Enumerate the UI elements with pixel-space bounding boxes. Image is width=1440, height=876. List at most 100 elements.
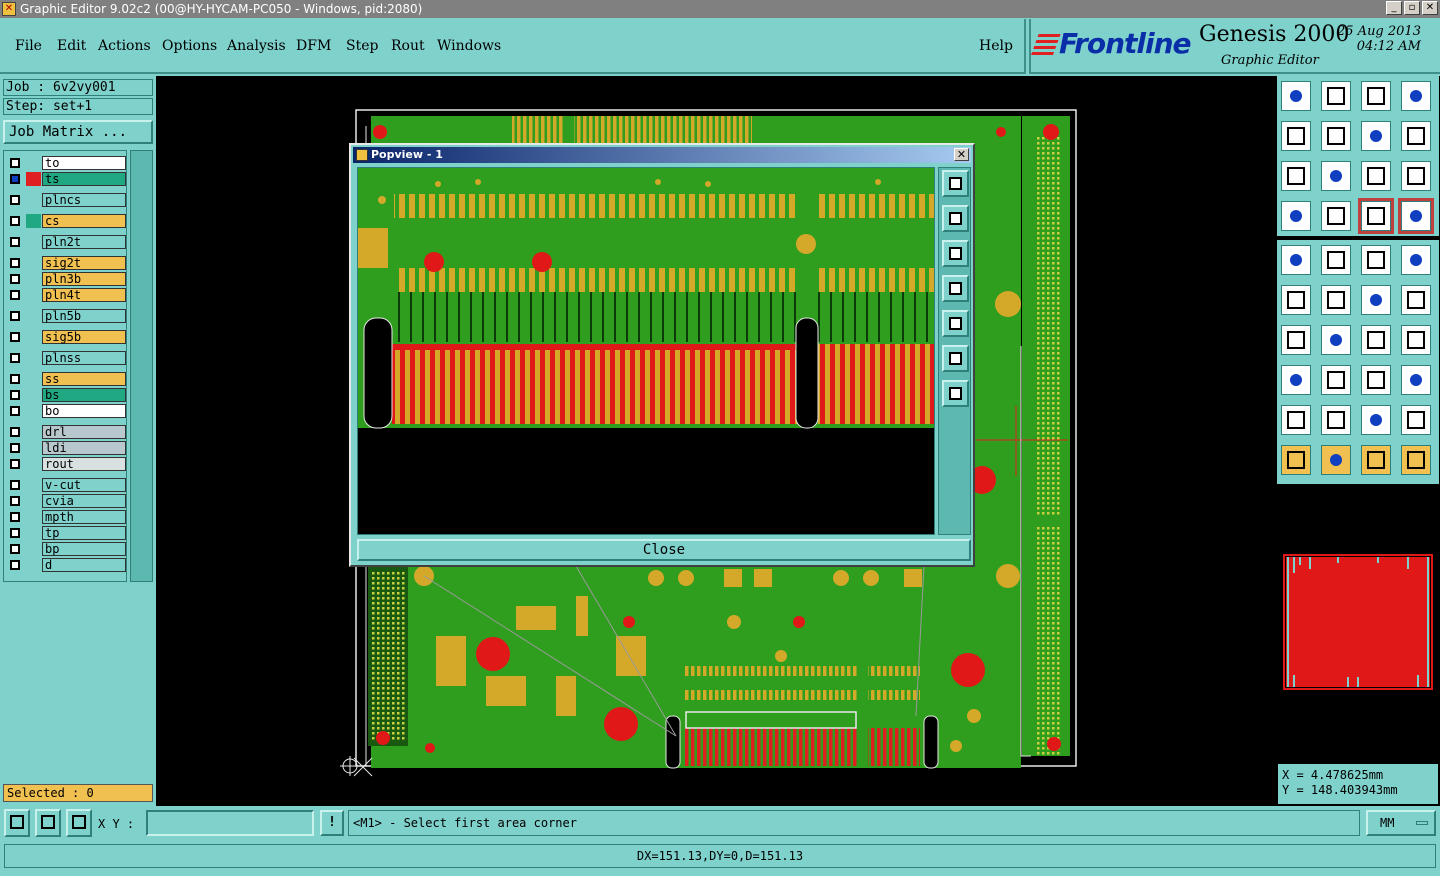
layer-name[interactable]: pln3b: [42, 272, 126, 286]
add-via-icon[interactable]: [1278, 362, 1314, 398]
layer-name[interactable]: to: [42, 156, 126, 170]
layer-affected-checkbox[interactable]: [10, 480, 20, 490]
layer-row-d[interactable]: d: [7, 558, 126, 572]
layer-name[interactable]: tp: [42, 526, 126, 540]
layer-name[interactable]: ldi: [42, 441, 126, 455]
layer-row-ss[interactable]: ss: [7, 372, 126, 386]
popview-pan-left-button[interactable]: [942, 275, 969, 302]
connect-nodes-icon[interactable]: [1278, 282, 1314, 318]
layer-name[interactable]: d: [42, 558, 126, 572]
pointer-box-icon[interactable]: [1318, 442, 1354, 478]
layer-name[interactable]: bo: [42, 404, 126, 418]
polygon-icon[interactable]: [1278, 402, 1314, 438]
layer-affected-checkbox[interactable]: [10, 443, 20, 453]
popview-close-icon[interactable]: ✕: [954, 148, 969, 161]
layer-display-swatch[interactable]: [26, 404, 41, 418]
layer-affected-checkbox[interactable]: [10, 406, 20, 416]
layer-display-swatch[interactable]: [26, 441, 41, 455]
layer-affected-checkbox[interactable]: [10, 390, 20, 400]
layer-display-swatch[interactable]: [26, 256, 41, 270]
layer-name[interactable]: cvia: [42, 494, 126, 508]
display-layers-icon[interactable]: [1398, 198, 1434, 234]
layer-row-drl[interactable]: drl: [7, 425, 126, 439]
menu-windows[interactable]: Windows: [437, 38, 501, 54]
minimize-button[interactable]: _: [1386, 1, 1402, 15]
popview-viewport[interactable]: [357, 167, 935, 535]
layer-row-bo[interactable]: bo: [7, 404, 126, 418]
outline-icon[interactable]: [1358, 402, 1394, 438]
layer-affected-checkbox[interactable]: [10, 174, 20, 184]
layer-display-swatch[interactable]: [26, 235, 41, 249]
layer-row-pln4t[interactable]: pln4t: [7, 288, 126, 302]
move-pad-icon[interactable]: [1358, 282, 1394, 318]
layer-display-swatch[interactable]: [26, 156, 41, 170]
layer-name[interactable]: ss: [42, 372, 126, 386]
display-features-icon[interactable]: [1358, 198, 1394, 234]
layer-row-sig5b[interactable]: sig5b: [7, 330, 126, 344]
menu-help[interactable]: Help: [979, 38, 1013, 54]
layer-row-plnss[interactable]: plnss: [7, 351, 126, 365]
layer-name[interactable]: rout: [42, 457, 126, 471]
layer-row-mpth[interactable]: mpth: [7, 510, 126, 524]
info-button[interactable]: !: [320, 810, 344, 836]
layer-name[interactable]: drl: [42, 425, 126, 439]
layer-row-pln5b[interactable]: pln5b: [7, 309, 126, 323]
snap-mode-button[interactable]: [4, 809, 30, 837]
layer-name[interactable]: v-cut: [42, 478, 126, 492]
add-pad-icon[interactable]: [1398, 242, 1434, 278]
units-selector[interactable]: MM: [1366, 810, 1436, 836]
popview-close-button[interactable]: Close: [357, 539, 971, 561]
layer-affected-checkbox[interactable]: [10, 216, 20, 226]
layer-name[interactable]: cs: [42, 214, 126, 228]
layer-name[interactable]: bp: [42, 542, 126, 556]
layer-name[interactable]: ts: [42, 172, 126, 186]
layer-display-swatch[interactable]: [26, 494, 41, 508]
layer-row-ldi[interactable]: ldi: [7, 441, 126, 455]
pan-right-icon[interactable]: [1318, 118, 1354, 154]
layer-affected-checkbox[interactable]: [10, 512, 20, 522]
layer-name[interactable]: pln2t: [42, 235, 126, 249]
layer-display-swatch[interactable]: [26, 193, 41, 207]
layer-row-rout[interactable]: rout: [7, 457, 126, 471]
delete-node-icon[interactable]: [1318, 282, 1354, 318]
close-window-button[interactable]: ✕: [1422, 1, 1438, 15]
pointer-select-icon[interactable]: [1358, 442, 1394, 478]
split-view-icon[interactable]: [1398, 78, 1434, 114]
layer-display-swatch[interactable]: [26, 388, 41, 402]
menu-file[interactable]: File: [15, 38, 42, 54]
draw-line-icon[interactable]: [1318, 322, 1354, 358]
layer-row-bs[interactable]: bs: [7, 388, 126, 402]
measure-icon[interactable]: [1278, 198, 1314, 234]
zoom-back-icon[interactable]: [1358, 118, 1394, 154]
layer-affected-checkbox[interactable]: [10, 311, 20, 321]
layer-display-swatch[interactable]: [26, 214, 41, 228]
layer-name[interactable]: plncs: [42, 193, 126, 207]
popview-zoom-out-button[interactable]: [942, 380, 969, 407]
layer-name[interactable]: bs: [42, 388, 126, 402]
layer-name[interactable]: sig2t: [42, 256, 126, 270]
maximize-button[interactable]: ▫: [1404, 1, 1420, 15]
layer-name[interactable]: mpth: [42, 510, 126, 524]
layer-name[interactable]: sig5b: [42, 330, 126, 344]
move-node-icon[interactable]: [1398, 282, 1434, 318]
zoom-fit-icon[interactable]: [1278, 158, 1314, 194]
select-feature-icon[interactable]: [1278, 242, 1314, 278]
layer-affected-checkbox[interactable]: [10, 459, 20, 469]
popview-zoom-window-button[interactable]: [942, 170, 969, 197]
layer-affected-checkbox[interactable]: [10, 528, 20, 538]
layer-row-cvia[interactable]: cvia: [7, 494, 126, 508]
layer-row-pln2t[interactable]: pln2t: [7, 235, 126, 249]
layer-affected-checkbox[interactable]: [10, 353, 20, 363]
cut-line-icon[interactable]: [1318, 362, 1354, 398]
measure-mode-button[interactable]: [35, 809, 61, 837]
layer-affected-checkbox[interactable]: [10, 195, 20, 205]
menu-options[interactable]: Options: [162, 38, 217, 54]
grid-mode-button[interactable]: [66, 809, 92, 837]
query-icon[interactable]: [1398, 158, 1434, 194]
draw-angle-icon[interactable]: [1278, 322, 1314, 358]
layer-display-swatch[interactable]: [26, 288, 41, 302]
menu-actions[interactable]: Actions: [98, 38, 151, 54]
layer-affected-checkbox[interactable]: [10, 158, 20, 168]
layer-display-swatch[interactable]: [26, 457, 41, 471]
layer-display-swatch[interactable]: [26, 172, 41, 186]
